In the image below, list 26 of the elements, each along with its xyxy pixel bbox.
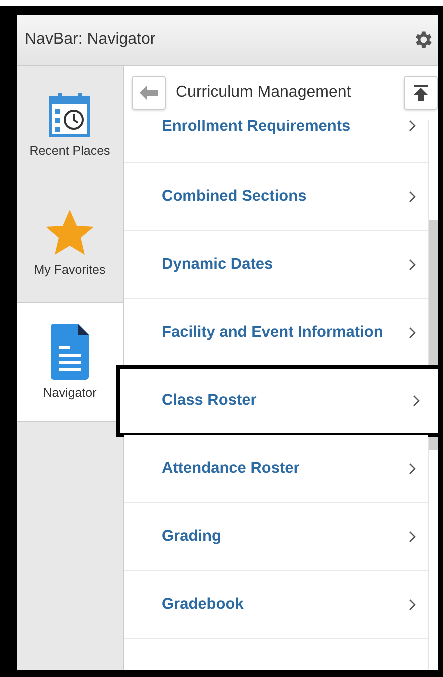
chevron-right-icon <box>409 326 416 338</box>
sidebar-label: Recent Places <box>30 144 110 158</box>
chevron-right-icon <box>409 190 416 202</box>
menu-item[interactable]: Attendance Roster <box>124 435 428 503</box>
chevron-right-icon <box>409 258 416 270</box>
calendar-clock-icon <box>47 92 93 138</box>
sidebar-item[interactable]: Recent Places <box>17 66 123 184</box>
document-icon <box>51 324 89 380</box>
chevron-right-icon <box>409 598 416 610</box>
sidebar-label: My Favorites <box>34 263 106 277</box>
chevron-right-icon <box>409 530 416 542</box>
chevron-right-icon <box>409 462 416 474</box>
menu-item[interactable]: Class Roster <box>118 367 440 435</box>
back-arrow-icon <box>140 86 158 100</box>
sidebar-item[interactable]: Navigator <box>17 302 123 422</box>
back-button[interactable] <box>132 76 166 110</box>
arrow-to-top-icon <box>414 85 428 101</box>
chevron-right-icon <box>413 394 420 406</box>
panel-title: Curriculum Management <box>176 84 352 102</box>
menu-item[interactable]: Enrollment Requirements <box>124 120 428 163</box>
star-icon <box>45 209 95 257</box>
scroll-top-button[interactable] <box>404 76 438 110</box>
chevron-right-icon <box>409 120 416 132</box>
sidebar-item[interactable]: My Favorites <box>17 184 123 302</box>
sidebar-label: Navigator <box>43 386 97 400</box>
navbar-title: NavBar: Navigator <box>25 31 156 49</box>
